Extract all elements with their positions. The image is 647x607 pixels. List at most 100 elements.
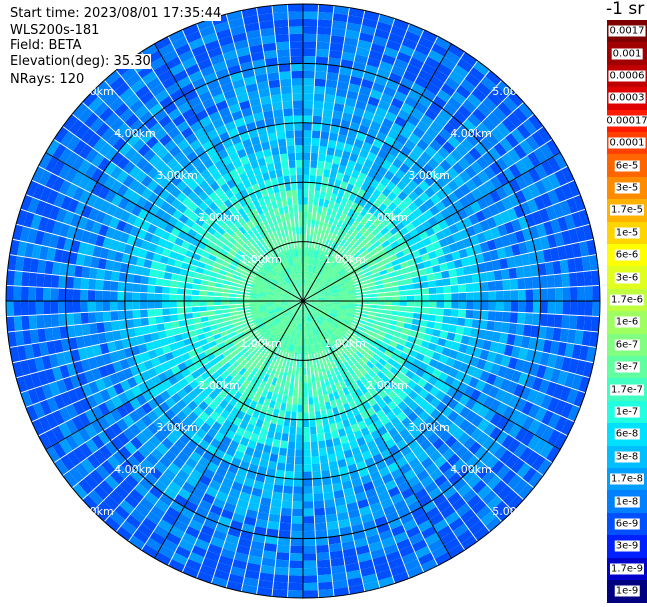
beta-cell — [297, 404, 303, 413]
beta-cell — [508, 322, 518, 335]
beta-cell — [293, 471, 303, 480]
beta-cell — [303, 404, 309, 413]
beta-cell — [81, 323, 91, 336]
beta-cell — [133, 274, 142, 284]
beta-cell — [13, 285, 22, 301]
beta-cell — [324, 506, 337, 516]
beta-cell — [323, 491, 335, 501]
beta-cell — [110, 310, 119, 322]
beta-cell — [88, 267, 98, 280]
beta-cell — [303, 182, 310, 190]
beta-cell — [169, 294, 177, 301]
beta-cell — [577, 301, 586, 316]
beta-cell — [65, 288, 74, 301]
beta-cell — [57, 301, 66, 314]
beta-cell — [162, 286, 171, 295]
beta-cell — [443, 293, 452, 301]
range-ring-label: 4.00km — [114, 127, 156, 140]
beta-cell — [303, 441, 311, 450]
beta-cell — [320, 131, 330, 140]
beta-cell — [35, 301, 44, 315]
beta-cell — [303, 189, 309, 198]
beta-cell — [294, 130, 303, 138]
beta-cell — [132, 309, 141, 319]
beta-cell — [288, 567, 303, 576]
beta-cell — [561, 314, 570, 329]
beta-cell — [316, 34, 331, 43]
beta-cell — [72, 288, 81, 301]
beta-cell — [278, 71, 292, 80]
beta-cell — [297, 197, 303, 205]
beta-cell — [325, 513, 338, 523]
beta-cell — [480, 301, 489, 311]
beta-cell — [132, 292, 140, 301]
beta-cell — [184, 294, 192, 301]
colorbar-tick-label: 6e-7 — [614, 339, 640, 351]
beta-cell — [276, 462, 286, 471]
beta-cell — [429, 294, 437, 301]
colorbar-tick-label: 0.00017 — [605, 115, 647, 127]
beta-cell — [73, 276, 82, 290]
beta-cell — [125, 282, 134, 293]
beta-cell — [554, 314, 563, 329]
colorbar-swatch: 6e-6 — [607, 244, 647, 267]
beta-cell — [288, 575, 303, 584]
beta-cell — [303, 545, 317, 554]
beta-cell — [273, 19, 289, 28]
beta-cell — [125, 309, 134, 320]
beta-cell — [20, 301, 29, 316]
beta-cell — [421, 294, 430, 301]
beta-cell — [303, 122, 313, 131]
beta-cell — [109, 290, 118, 301]
beta-cell — [199, 295, 207, 301]
beta-cell — [102, 280, 112, 291]
beta-cell — [295, 159, 303, 168]
beta-cell — [303, 33, 317, 42]
beta-cell — [310, 145, 320, 154]
beta-cell — [443, 308, 452, 317]
beta-cell — [285, 463, 295, 472]
beta-cell — [325, 79, 338, 89]
beta-cell — [311, 137, 321, 146]
beta-cell — [523, 324, 532, 338]
beta-cell — [303, 530, 316, 539]
beta-cell — [276, 544, 291, 554]
beta-cell — [525, 288, 534, 301]
beta-cell — [303, 582, 319, 591]
beta-cell — [271, 101, 283, 111]
beta-cell — [287, 4, 303, 12]
beta-cell — [303, 18, 318, 27]
beta-cell — [269, 86, 282, 96]
beta-cell — [509, 278, 519, 291]
beta-cell — [436, 301, 445, 309]
beta-cell — [317, 581, 334, 591]
colorbar-tick-label: 0.001 — [611, 48, 643, 60]
beta-cell — [451, 301, 459, 310]
beta-cell — [532, 301, 541, 314]
beta-cell — [95, 301, 103, 312]
beta-cell — [310, 448, 320, 457]
beta-cell — [279, 78, 292, 87]
beta-cell — [466, 301, 474, 310]
beta-cell — [532, 288, 541, 301]
beta-cell — [312, 478, 323, 487]
beta-cell — [592, 285, 600, 301]
beta-cell — [303, 412, 310, 420]
beta-cell — [117, 310, 126, 321]
beta-cell — [296, 419, 303, 428]
beta-cell — [317, 19, 333, 28]
colorbar-swatch: 1e-6 — [607, 311, 647, 335]
field-text: Field: BETA — [10, 38, 82, 53]
beta-cell — [289, 553, 303, 561]
beta-cell — [303, 70, 316, 79]
beta-cell — [303, 145, 312, 153]
beta-cell — [199, 301, 207, 307]
beta-cell — [303, 471, 313, 480]
beta-cell — [274, 26, 290, 36]
beta-cell — [293, 122, 303, 131]
beta-cell — [547, 301, 556, 315]
beta-cell — [303, 41, 317, 49]
beta-cell — [592, 301, 600, 317]
beta-cell — [303, 174, 310, 183]
beta-cell — [524, 276, 533, 290]
